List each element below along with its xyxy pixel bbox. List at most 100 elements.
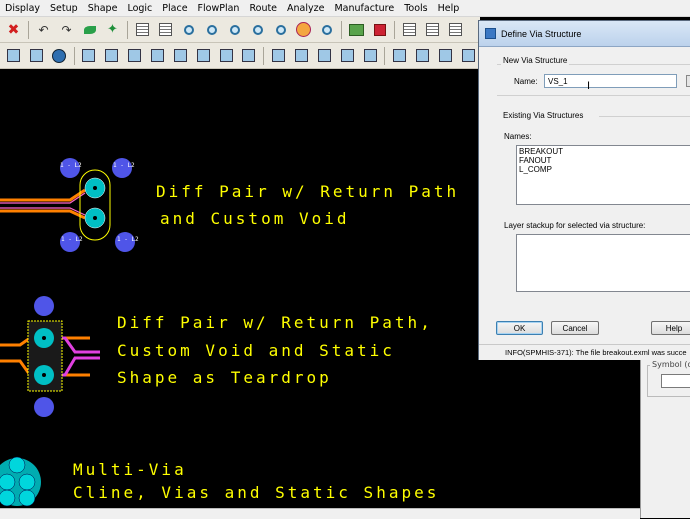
component-button[interactable] — [459, 47, 477, 65]
flow-button[interactable] — [348, 21, 366, 39]
list-item[interactable]: BREAKOUT — [519, 147, 690, 156]
shape-button[interactable] — [27, 47, 45, 65]
zoom-button[interactable] — [226, 21, 244, 39]
grid-icon — [403, 23, 416, 36]
3d-button[interactable] — [371, 21, 389, 39]
align-button[interactable] — [315, 47, 333, 65]
zoom-icon — [252, 24, 263, 35]
redo-button[interactable]: ↷ — [58, 21, 76, 39]
menu-analyze[interactable]: Analyze — [282, 3, 329, 14]
grid-icon — [426, 23, 439, 36]
grid-icon — [159, 23, 172, 36]
menu-flowplan[interactable]: FlowPlan — [193, 3, 245, 14]
shape-icon — [6, 49, 20, 62]
symbol-label: Symbol (or — [650, 360, 690, 369]
component-icon — [393, 49, 407, 62]
menu-manufacture[interactable]: Manufacture — [329, 3, 399, 14]
component-icon — [416, 49, 430, 62]
net-button[interactable] — [81, 21, 99, 39]
box-icon — [82, 49, 96, 62]
box-button[interactable] — [126, 47, 144, 65]
zoom-button[interactable] — [249, 21, 267, 39]
menu-shape[interactable]: Shape — [83, 3, 123, 14]
grid-button[interactable] — [447, 21, 465, 39]
symbol-field[interactable] — [661, 374, 690, 388]
redo-icon: ↷ — [61, 22, 72, 37]
shape-button[interactable] — [5, 47, 23, 65]
pin-button[interactable]: ✦ — [104, 21, 122, 39]
component-button[interactable] — [391, 47, 409, 65]
list-item[interactable]: FANOUT — [519, 156, 690, 165]
align-button[interactable] — [338, 47, 356, 65]
undo-icon: ↶ — [38, 22, 49, 37]
component-icon — [461, 49, 475, 62]
menu-place[interactable]: Place — [157, 3, 192, 14]
diff-pair-2-label-line1: Diff Pair w/ Return Path, — [117, 313, 433, 332]
align-icon — [295, 49, 309, 62]
zoom-button[interactable] — [180, 21, 198, 39]
define-via-structure-dialog: Define Via Structure New Via Structure N… — [478, 20, 690, 360]
box-button[interactable] — [194, 47, 212, 65]
box-button[interactable] — [80, 47, 98, 65]
toolbar-separator — [394, 20, 395, 39]
box-button[interactable] — [240, 47, 258, 65]
grid-button[interactable] — [401, 21, 419, 39]
align-button[interactable] — [361, 47, 379, 65]
align-button[interactable] — [293, 47, 311, 65]
grid-button[interactable] — [157, 21, 175, 39]
component-button[interactable] — [437, 47, 455, 65]
shape-icon — [29, 49, 43, 62]
box-icon — [128, 49, 142, 62]
close-button[interactable]: ✖ — [5, 21, 23, 39]
refresh-button[interactable] — [295, 21, 313, 39]
zoom-button[interactable] — [318, 21, 336, 39]
undo-button[interactable]: ↶ — [35, 21, 53, 39]
layer-stackup-list[interactable] — [516, 234, 690, 292]
box-button[interactable] — [171, 47, 189, 65]
menu-help[interactable]: Help — [433, 3, 465, 14]
zoom-button[interactable] — [203, 21, 221, 39]
toolbar-separator — [73, 46, 75, 65]
dialog-side-button[interactable] — [686, 75, 690, 87]
via-structure-names-list[interactable]: BREAKOUT FANOUT L_COMP — [516, 145, 690, 205]
box-button[interactable] — [103, 47, 121, 65]
cancel-button[interactable]: Cancel — [551, 321, 599, 335]
grid-button[interactable] — [134, 21, 152, 39]
box-button[interactable] — [149, 47, 167, 65]
toolbar-separator — [384, 46, 386, 65]
circle-button[interactable] — [50, 47, 68, 65]
box-icon — [196, 49, 210, 62]
flow-icon — [349, 23, 364, 36]
via-label: 1 - L2 — [113, 162, 135, 169]
zoom-icon — [229, 24, 240, 35]
box-button[interactable] — [217, 47, 235, 65]
menu-display[interactable]: Display — [0, 3, 45, 14]
menu-route[interactable]: Route — [244, 3, 282, 14]
multi-via-label-line2: Cline, Vias and Static Shapes — [73, 483, 440, 502]
net-icon — [83, 25, 96, 34]
multi-via-label-line1: Multi-Via — [73, 460, 187, 479]
box-icon — [173, 49, 187, 62]
grid-button[interactable] — [424, 21, 442, 39]
menu-tools[interactable]: Tools — [399, 3, 432, 14]
zoom-icon — [206, 24, 217, 35]
options-side-panel: Symbol (or — [640, 360, 690, 518]
ok-button[interactable]: OK — [496, 321, 543, 335]
menu-logic[interactable]: Logic — [122, 3, 157, 14]
help-button[interactable]: Help — [651, 321, 690, 335]
diff-pair-2 — [0, 296, 100, 417]
name-input[interactable] — [544, 74, 677, 88]
toolbar-separator — [341, 20, 342, 39]
component-button[interactable] — [414, 47, 432, 65]
multi-via-cluster — [0, 456, 41, 507]
menu-setup[interactable]: Setup — [45, 3, 83, 14]
diff-pair-1-label-line2: and Custom Void — [160, 209, 350, 228]
align-button[interactable] — [270, 47, 288, 65]
list-item[interactable]: L_COMP — [519, 165, 690, 174]
dialog-title-bar[interactable]: Define Via Structure — [479, 21, 690, 47]
zoom-icon — [183, 24, 194, 35]
component-icon — [439, 49, 453, 62]
box-icon — [242, 49, 256, 62]
align-icon — [340, 49, 354, 62]
zoom-button[interactable] — [272, 21, 290, 39]
